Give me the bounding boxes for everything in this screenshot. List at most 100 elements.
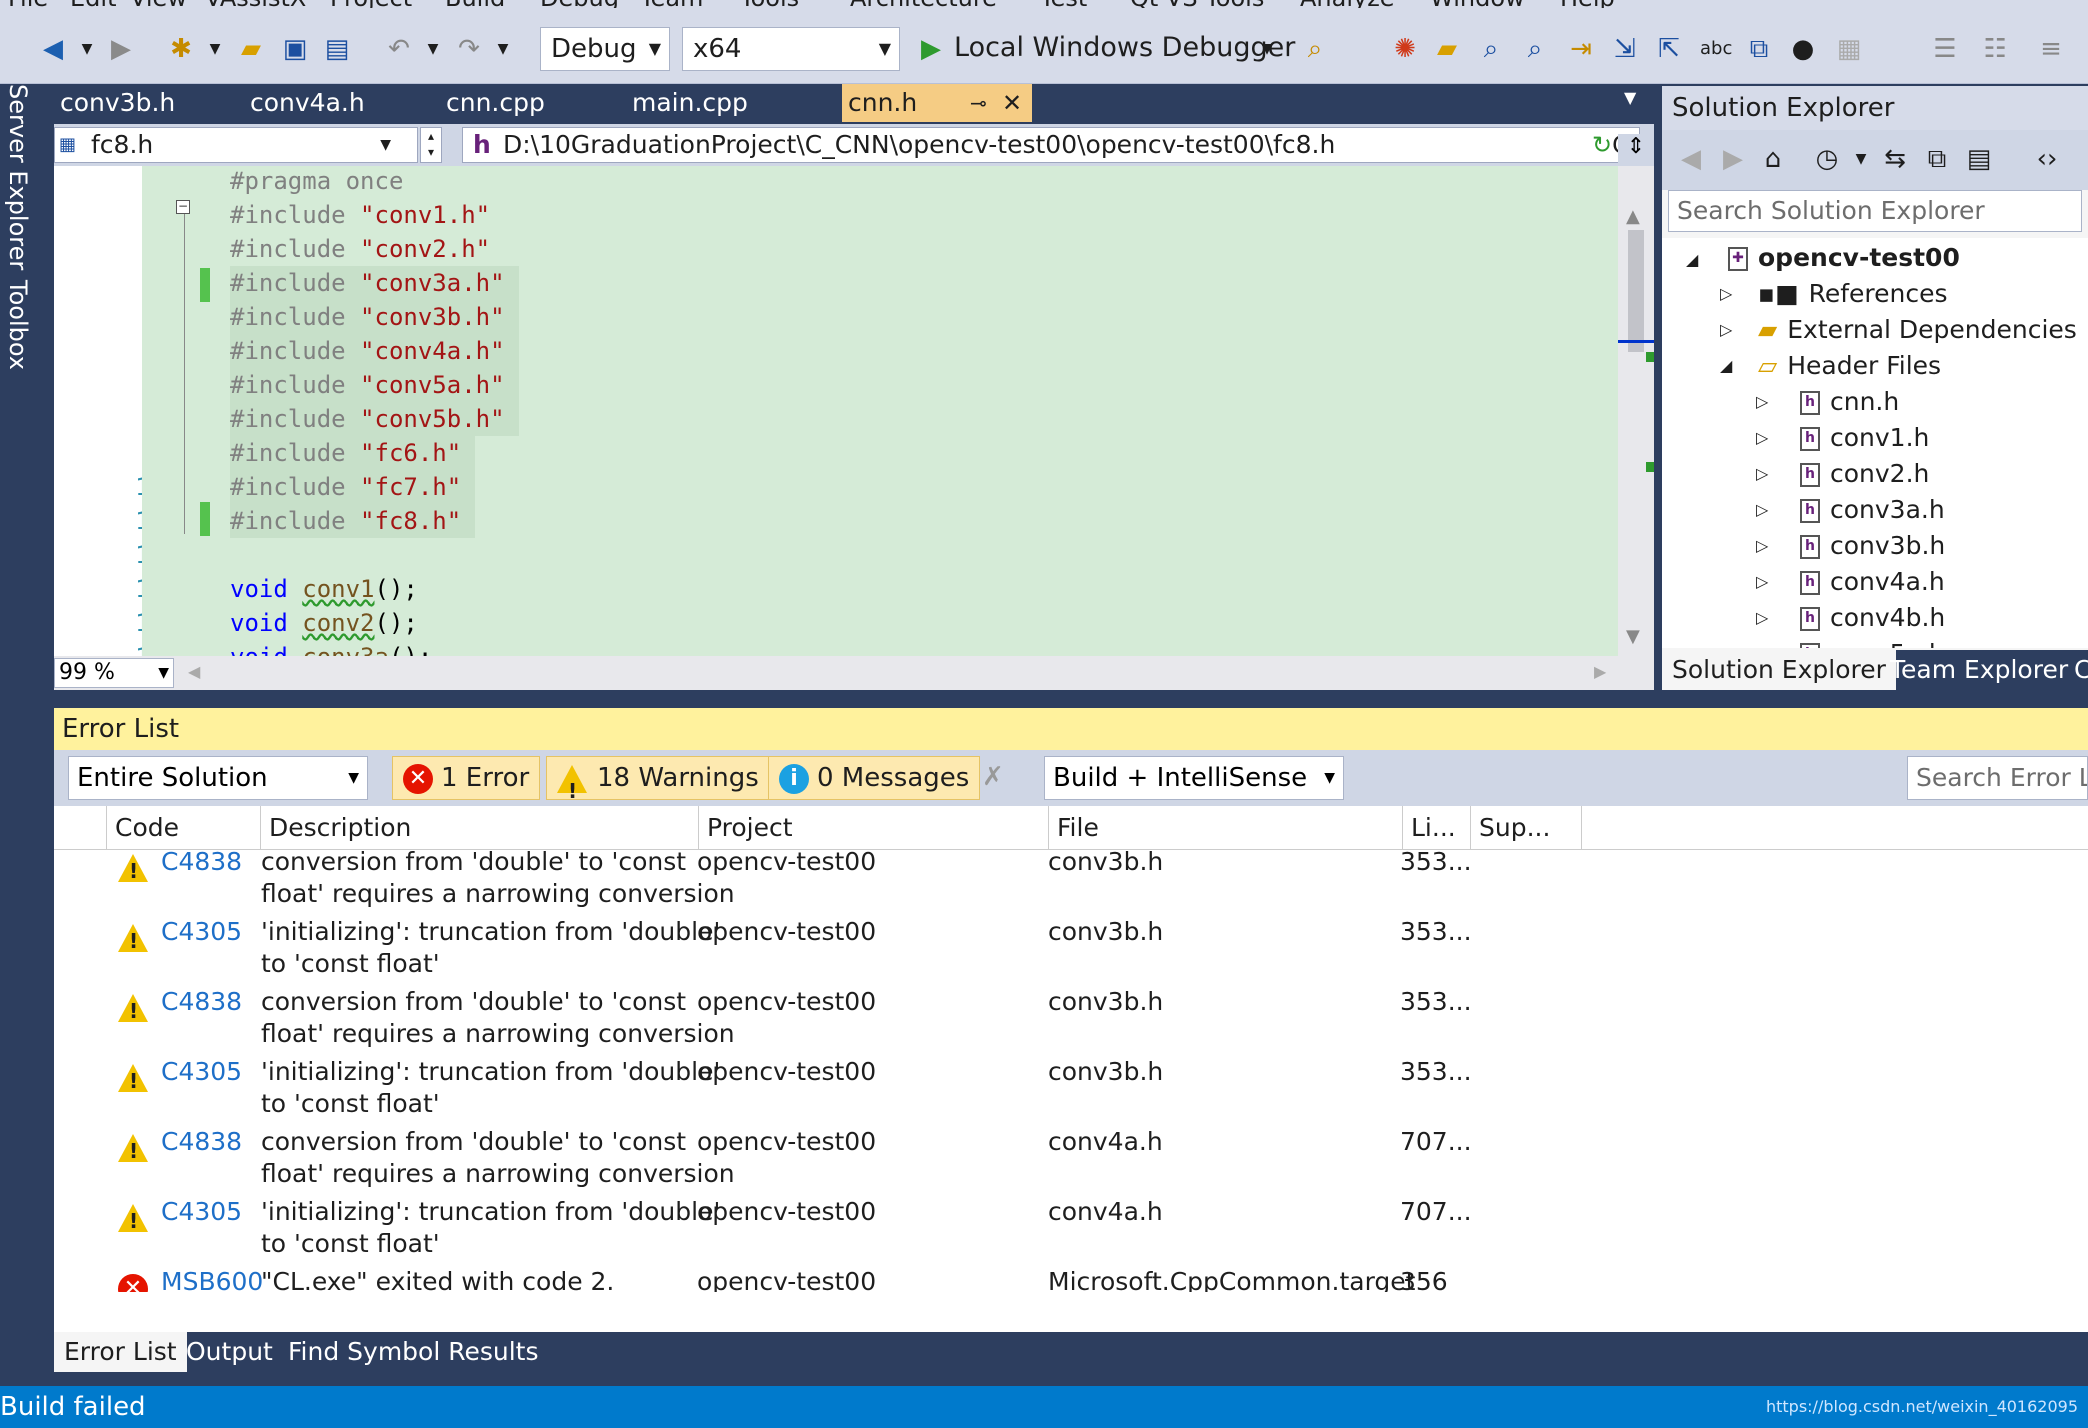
tab-conv3b[interactable]: conv3b.h: [42, 84, 232, 122]
pin-icon[interactable]: ⊸: [970, 84, 987, 122]
save-all-icon[interactable]: ▤: [322, 34, 352, 64]
menu-window[interactable]: Window: [1430, 0, 1525, 8]
uncomment-icon[interactable]: ☷: [1980, 34, 2010, 64]
table-row[interactable]: C4838 conversion from 'double' to 'const f…: [54, 1126, 2088, 1196]
tab-list-dropdown-icon[interactable]: ▼: [1624, 88, 1636, 107]
code-area[interactable]: #pragma once #include "conv1.h" #include "…: [142, 166, 1654, 656]
column-description[interactable]: Description: [260, 806, 698, 850]
split-editor-icon[interactable]: ⇕: [1618, 134, 1654, 164]
menu-analyze[interactable]: Analyze: [1300, 0, 1395, 8]
tab-error-list[interactable]: Error List: [54, 1332, 187, 1372]
collapse-all-icon[interactable]: ⧉: [1922, 144, 1952, 174]
tree-file-conv3b[interactable]: h conv3b.h: [1800, 528, 1945, 564]
table-row[interactable]: ✕ MSB600 "CL.exe" exited with code 2. openc…: [54, 1266, 2088, 1292]
expanded-icon[interactable]: ◢: [1720, 356, 1732, 375]
code-line[interactable]: void conv3a();: [230, 640, 432, 656]
column-line[interactable]: Li...: [1402, 806, 1470, 850]
close-icon[interactable]: ✕: [1002, 84, 1022, 122]
collapse-icon[interactable]: −: [176, 200, 190, 214]
table-row[interactable]: C4305 'initializing': truncation from 'do…: [54, 1196, 2088, 1266]
scroll-right-icon[interactable]: ▶: [1594, 662, 1606, 681]
menu-vassistx[interactable]: VAssistX: [205, 0, 306, 8]
code-line[interactable]: #include "fc6.h": [230, 436, 476, 470]
collapsed-icon[interactable]: ▷: [1756, 608, 1768, 627]
solution-explorer-search[interactable]: Search Solution Explorer (Ctrl+;): [1668, 190, 2082, 265]
menu-edit[interactable]: Edit: [70, 0, 116, 8]
undo-dropdown-icon[interactable]: ▼: [418, 34, 448, 64]
record-icon[interactable]: ●: [1788, 34, 1818, 64]
menu-qt-vs-tools[interactable]: Qt VS Tools: [1130, 0, 1264, 8]
tree-file-conv4a[interactable]: h conv4a.h: [1800, 564, 1945, 600]
code-line[interactable]: #include "conv5a.h": [230, 368, 519, 402]
errors-filter-button[interactable]: ✕ 1 Error: [392, 756, 541, 800]
error-code-link[interactable]: C4838: [161, 1126, 242, 1158]
file-scope-combo[interactable]: ▦ fc8.h ▼: [54, 127, 418, 163]
error-code-link[interactable]: C4305: [161, 1056, 242, 1088]
configuration-select[interactable]: Debug ▼: [540, 27, 670, 71]
error-code-link[interactable]: C4838: [161, 986, 242, 1018]
code-line[interactable]: #include "conv1.h": [230, 198, 490, 232]
error-code-link[interactable]: C4305: [161, 916, 242, 948]
redo-dropdown-icon[interactable]: ▼: [488, 34, 518, 64]
history-dropdown-icon[interactable]: ▼: [1846, 144, 1876, 174]
new-project-dropdown-icon[interactable]: ▼: [200, 34, 230, 64]
tab-conv4a[interactable]: conv4a.h: [232, 84, 428, 122]
code-line[interactable]: void conv1();: [230, 572, 418, 606]
tree-external-dependencies[interactable]: ▰ External Dependencies: [1758, 312, 2077, 348]
table-row[interactable]: C4305 'initializing': truncation from 'do…: [54, 916, 2088, 986]
scope-select[interactable]: Entire Solution ▼: [68, 756, 368, 800]
sync-icon[interactable]: ⇆: [1880, 144, 1910, 174]
menu-tools[interactable]: Tools: [740, 0, 799, 8]
tab-cnn-h[interactable]: cnn.h ⊸ ✕: [842, 84, 1032, 122]
error-code-link[interactable]: C4838: [161, 850, 242, 878]
new-project-icon[interactable]: ✱: [166, 34, 196, 64]
folder-sync-icon[interactable]: ▰: [1432, 34, 1462, 64]
code-line[interactable]: #include "conv4a.h": [230, 334, 519, 368]
menu-architecture[interactable]: Architecture: [850, 0, 997, 8]
column-file[interactable]: File: [1048, 806, 1402, 850]
tab-find-symbol-results[interactable]: Find Symbol Results: [278, 1332, 549, 1372]
clear-filter-icon[interactable]: ✗: [982, 762, 1004, 792]
scroll-left-icon[interactable]: ◀: [188, 662, 200, 681]
home-icon[interactable]: ⌂: [1758, 144, 1788, 174]
path-combo[interactable]: h D:\10GraduationProject\C_CNN\opencv-te…: [462, 127, 1640, 163]
expanded-icon[interactable]: ◢: [1686, 250, 1698, 269]
collapsed-icon[interactable]: ▷: [1720, 320, 1732, 339]
copy-icon[interactable]: ⧉: [1744, 34, 1774, 64]
start-debugging-button[interactable]: Local Windows Debugger: [954, 26, 1295, 70]
collapsed-icon[interactable]: ▷: [1756, 536, 1768, 555]
search-icon[interactable]: ⌕: [1520, 34, 1550, 64]
tab-team-explorer[interactable]: Team Explorer: [1880, 650, 2078, 690]
tree-project[interactable]: ✚ opencv-test00: [1728, 240, 1960, 276]
table-row[interactable]: C4305 'initializing': truncation from 'do…: [54, 1056, 2088, 1126]
debugger-dropdown-icon[interactable]: ▼: [1252, 34, 1282, 64]
collapsed-icon[interactable]: ▷: [1756, 500, 1768, 519]
step-out-icon[interactable]: ⇱: [1654, 34, 1684, 64]
forward-icon[interactable]: ▶: [106, 34, 136, 64]
error-search-input[interactable]: Search Error Lis: [1907, 756, 2088, 800]
tree-file-conv3a[interactable]: h conv3a.h: [1800, 492, 1945, 528]
split-toggle[interactable]: ▴ ▾: [420, 127, 442, 163]
back-icon[interactable]: ◀: [1676, 144, 1706, 174]
code-view-icon[interactable]: ‹›: [2032, 144, 2062, 174]
back-dropdown-icon[interactable]: ▼: [72, 34, 102, 64]
source-select[interactable]: Build + IntelliSense ▼: [1044, 756, 1344, 800]
menu-team[interactable]: Team: [640, 0, 703, 8]
menu-file[interactable]: File: [8, 0, 48, 8]
code-line[interactable]: #include "conv2.h": [230, 232, 490, 266]
column-code[interactable]: Code: [106, 806, 202, 850]
play-icon[interactable]: ▶: [916, 34, 946, 64]
code-line[interactable]: #include "fc8.h": [230, 504, 476, 538]
comment-icon[interactable]: ☰: [1930, 34, 1960, 64]
menu-build[interactable]: Build: [445, 0, 505, 8]
forward-icon[interactable]: ▶: [1718, 144, 1748, 174]
back-icon[interactable]: ◀: [38, 34, 68, 64]
bug-icon[interactable]: ✺: [1390, 34, 1420, 64]
error-code-link[interactable]: C4305: [161, 1196, 242, 1228]
open-folder-icon[interactable]: ▰: [236, 34, 266, 64]
collapsed-icon[interactable]: ▷: [1756, 572, 1768, 591]
tree-file-cnn[interactable]: h cnn.h: [1800, 384, 1899, 420]
menu-help[interactable]: Help: [1560, 0, 1615, 8]
collapsed-icon[interactable]: ▷: [1720, 284, 1732, 303]
step-into-icon[interactable]: ⇲: [1610, 34, 1640, 64]
